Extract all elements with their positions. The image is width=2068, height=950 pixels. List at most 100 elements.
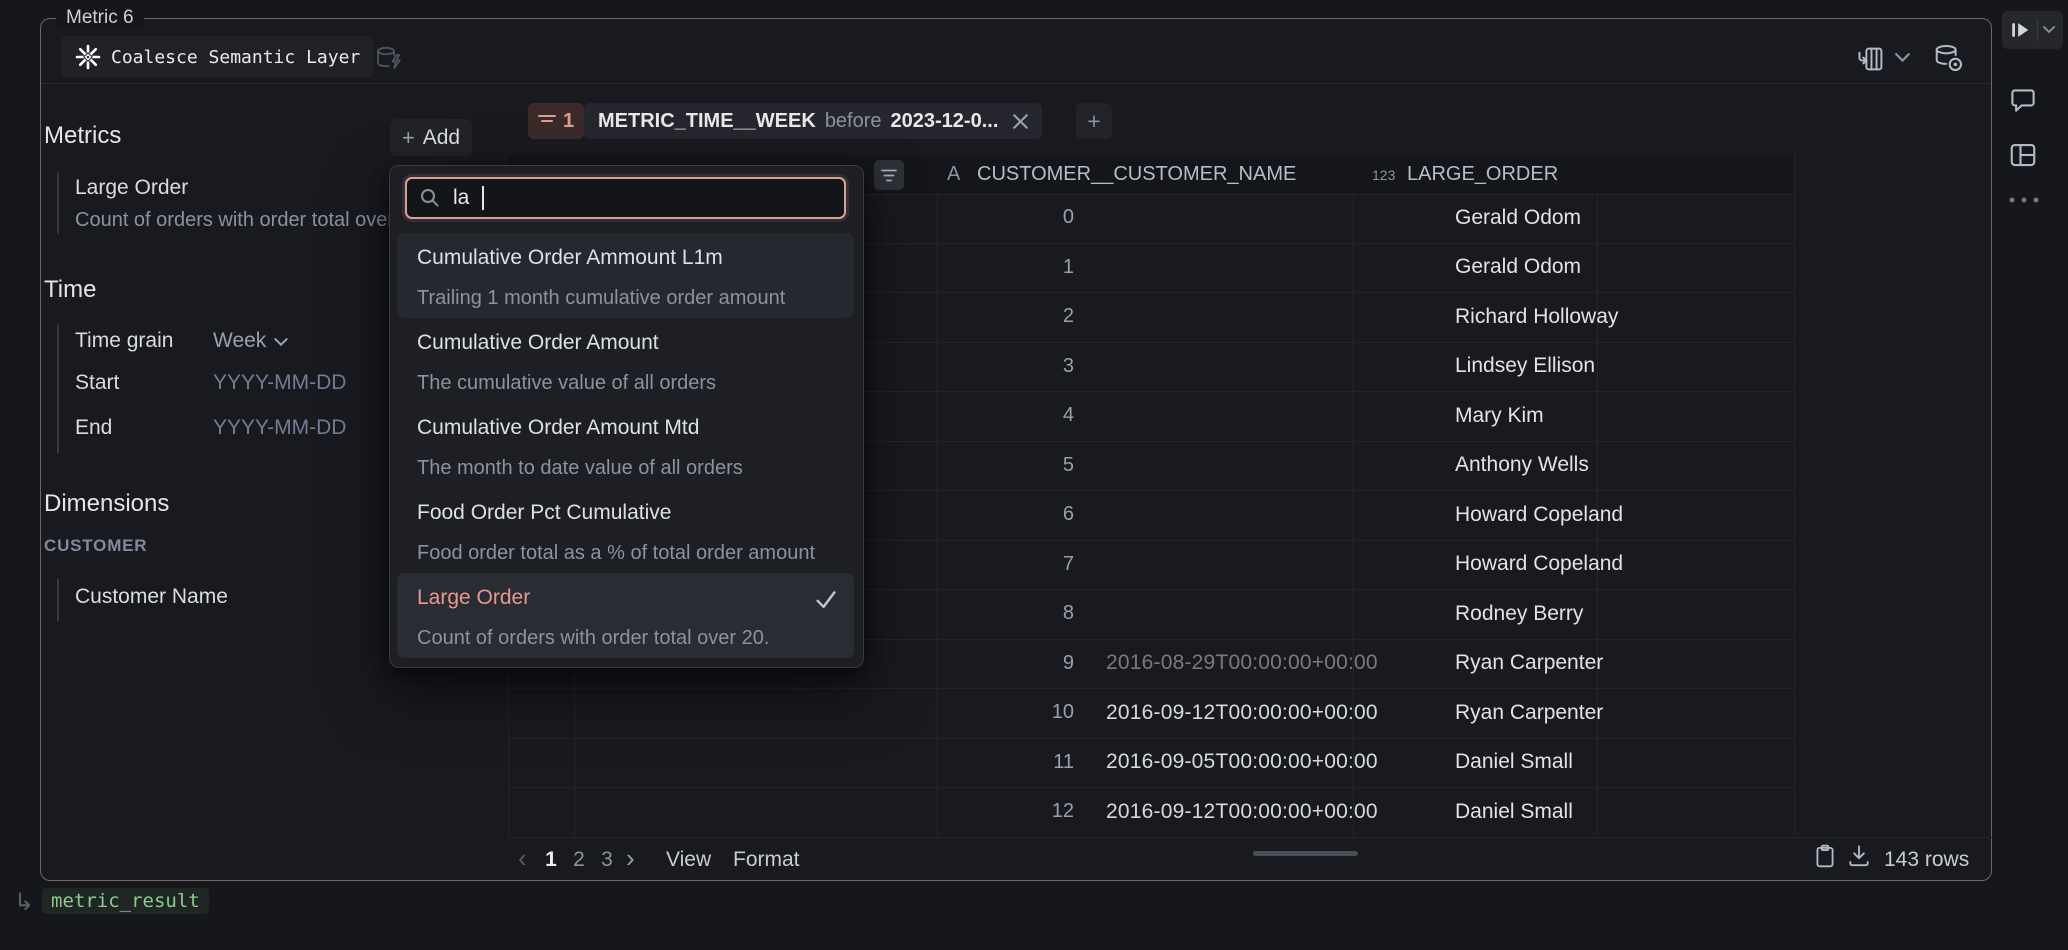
dimension-item[interactable]: Customer Name bbox=[75, 585, 228, 609]
end-date-input[interactable]: YYYY-MM-DD bbox=[213, 416, 346, 440]
page-3-button[interactable]: 3 bbox=[594, 848, 620, 872]
filter-value: 2023-12-0... bbox=[891, 110, 999, 133]
metrics-heading: Metrics bbox=[44, 122, 121, 150]
metric-indent-line bbox=[57, 172, 59, 234]
download-icon[interactable] bbox=[1846, 843, 1872, 869]
cell-date: 2016-08-29T00:00:00+00:00 bbox=[1106, 651, 1378, 675]
return-arrow-icon: ↳ bbox=[14, 888, 34, 917]
page-2-button[interactable]: 2 bbox=[566, 848, 592, 872]
dropdown-item-selected[interactable]: Large Order Count of orders with order t… bbox=[397, 573, 854, 658]
run-icon bbox=[2009, 19, 2031, 41]
dropdown-item[interactable]: Cumulative Order Amount The cumulative v… bbox=[397, 318, 854, 403]
header-divider bbox=[41, 83, 1990, 84]
remove-filter-icon[interactable] bbox=[1013, 114, 1028, 129]
dropdown-item-description: Count of orders with order total over 20… bbox=[417, 627, 769, 650]
prev-page-button[interactable]: ‹ bbox=[518, 845, 527, 871]
table-row[interactable]: 12 2016-09-12T00:00:00+00:00 Daniel Smal… bbox=[508, 787, 1794, 837]
search-input[interactable]: la bbox=[405, 177, 846, 219]
database-lightning-icon[interactable] bbox=[374, 44, 404, 74]
add-filter-button[interactable]: + bbox=[1076, 103, 1112, 139]
cell-customer: Howard Copeland bbox=[1455, 503, 1623, 527]
send-to-table-icon[interactable] bbox=[1856, 44, 1886, 74]
cell-value: 3 bbox=[1861, 602, 2068, 626]
more-options-icon[interactable] bbox=[2006, 194, 2042, 206]
cell-customer: Gerald Odom bbox=[1455, 255, 1581, 279]
check-icon bbox=[814, 588, 838, 610]
column-filter-icon[interactable] bbox=[874, 160, 904, 190]
database-preview-icon[interactable] bbox=[1932, 42, 1965, 75]
dimension-indent-line bbox=[57, 578, 59, 622]
layout-icon[interactable] bbox=[2008, 140, 2038, 170]
row-number: 4 bbox=[1016, 404, 1074, 427]
column-header-large-order[interactable]: LARGE_ORDER bbox=[1407, 163, 1558, 186]
dropdown-item[interactable]: Cumulative Order Amount Mtd The month to… bbox=[397, 403, 854, 488]
cell-title[interactable]: Metric 6 bbox=[56, 6, 144, 30]
page-1-button[interactable]: 1 bbox=[538, 848, 564, 872]
start-label: Start bbox=[75, 371, 119, 395]
cell-customer: Lindsey Ellison bbox=[1455, 354, 1595, 378]
comment-icon[interactable] bbox=[2008, 86, 2038, 116]
add-metric-button[interactable]: + Add bbox=[390, 119, 472, 156]
cell-date: 2016-09-12T00:00:00+00:00 bbox=[1106, 800, 1378, 824]
source-badge[interactable]: Coalesce Semantic Layer bbox=[61, 36, 374, 78]
run-cell-button[interactable] bbox=[2002, 11, 2063, 49]
row-number: 12 bbox=[1016, 800, 1074, 823]
cell-customer: Daniel Small bbox=[1455, 750, 1573, 774]
copy-to-clipboard-icon[interactable] bbox=[1812, 843, 1838, 869]
view-tab[interactable]: View bbox=[666, 848, 711, 872]
filter-operator: before bbox=[825, 110, 882, 133]
metric-item[interactable]: Large Order bbox=[75, 176, 188, 200]
filter-count-chip[interactable]: 1 bbox=[528, 103, 584, 139]
row-count-label: 143 rows bbox=[1884, 848, 1969, 872]
dropdown-item[interactable]: Food Order Pct Cumulative Food order tot… bbox=[397, 488, 854, 573]
cell-date: 2016-09-12T00:00:00+00:00 bbox=[1106, 701, 1378, 725]
row-number: 5 bbox=[1016, 454, 1074, 477]
cell-value: 1 bbox=[1861, 453, 2068, 477]
dimensions-heading: Dimensions bbox=[44, 490, 169, 518]
row-number: 7 bbox=[1016, 553, 1074, 576]
cell-customer: Ryan Carpenter bbox=[1455, 651, 1603, 675]
cell-customer: Richard Holloway bbox=[1455, 305, 1618, 329]
dropdown-item-description: Trailing 1 month cumulative order amount bbox=[417, 287, 785, 310]
cell-value: 2 bbox=[1861, 651, 2068, 675]
source-badge-label: Coalesce Semantic Layer bbox=[111, 47, 360, 68]
next-page-button[interactable]: › bbox=[626, 845, 635, 871]
time-grain-label: Time grain bbox=[75, 329, 173, 353]
cell-value: 1 bbox=[1861, 503, 2068, 527]
string-type-icon: A bbox=[947, 163, 960, 186]
run-options-chevron-icon[interactable] bbox=[2043, 26, 2055, 34]
cell-customer: Howard Copeland bbox=[1455, 552, 1623, 576]
cell-value: 1 bbox=[1861, 750, 2068, 774]
filter-field: METRIC_TIME__WEEK bbox=[598, 110, 816, 133]
filter-pill[interactable]: METRIC_TIME__WEEK before 2023-12-0... bbox=[584, 103, 1042, 139]
row-number: 8 bbox=[1016, 602, 1074, 625]
format-tab[interactable]: Format bbox=[733, 848, 800, 872]
cell-customer: Rodney Berry bbox=[1455, 602, 1583, 626]
dropdown-item-description: The cumulative value of all orders bbox=[417, 372, 716, 395]
number-type-icon: 123 bbox=[1372, 167, 1395, 183]
horizontal-scrollbar[interactable] bbox=[1253, 851, 1358, 856]
cell-value: 1 bbox=[1861, 206, 2068, 230]
time-heading: Time bbox=[44, 276, 96, 304]
cell-value: 1 bbox=[1861, 255, 2068, 279]
table-row[interactable]: 10 2016-09-12T00:00:00+00:00 Ryan Carpen… bbox=[508, 688, 1794, 739]
cell-customer: Daniel Small bbox=[1455, 800, 1573, 824]
end-label: End bbox=[75, 416, 112, 440]
column-header-customer-name[interactable]: CUSTOMER__CUSTOMER_NAME bbox=[977, 163, 1296, 186]
row-number: 2 bbox=[1016, 305, 1074, 328]
time-grain-select[interactable]: Week bbox=[213, 329, 288, 353]
text-caret bbox=[482, 186, 484, 210]
column-divider bbox=[1794, 156, 1795, 836]
cell-customer: Mary Kim bbox=[1455, 404, 1544, 428]
start-date-input[interactable]: YYYY-MM-DD bbox=[213, 371, 346, 395]
cell-value: 1 bbox=[1861, 701, 2068, 725]
chevron-down-icon[interactable] bbox=[1895, 53, 1910, 63]
run-button-divider bbox=[2037, 19, 2038, 41]
cell-value: 1 bbox=[1861, 800, 2068, 824]
table-row[interactable]: 11 2016-09-05T00:00:00+00:00 Daniel Smal… bbox=[508, 738, 1794, 789]
dropdown-item-title: Cumulative Order Amount bbox=[417, 331, 659, 355]
dropdown-item-description: The month to date value of all orders bbox=[417, 457, 743, 480]
output-variable[interactable]: metric_result bbox=[42, 888, 209, 914]
row-number: 10 bbox=[1016, 701, 1074, 724]
dropdown-item[interactable]: Cumulative Order Ammount L1m Trailing 1 … bbox=[397, 233, 854, 318]
